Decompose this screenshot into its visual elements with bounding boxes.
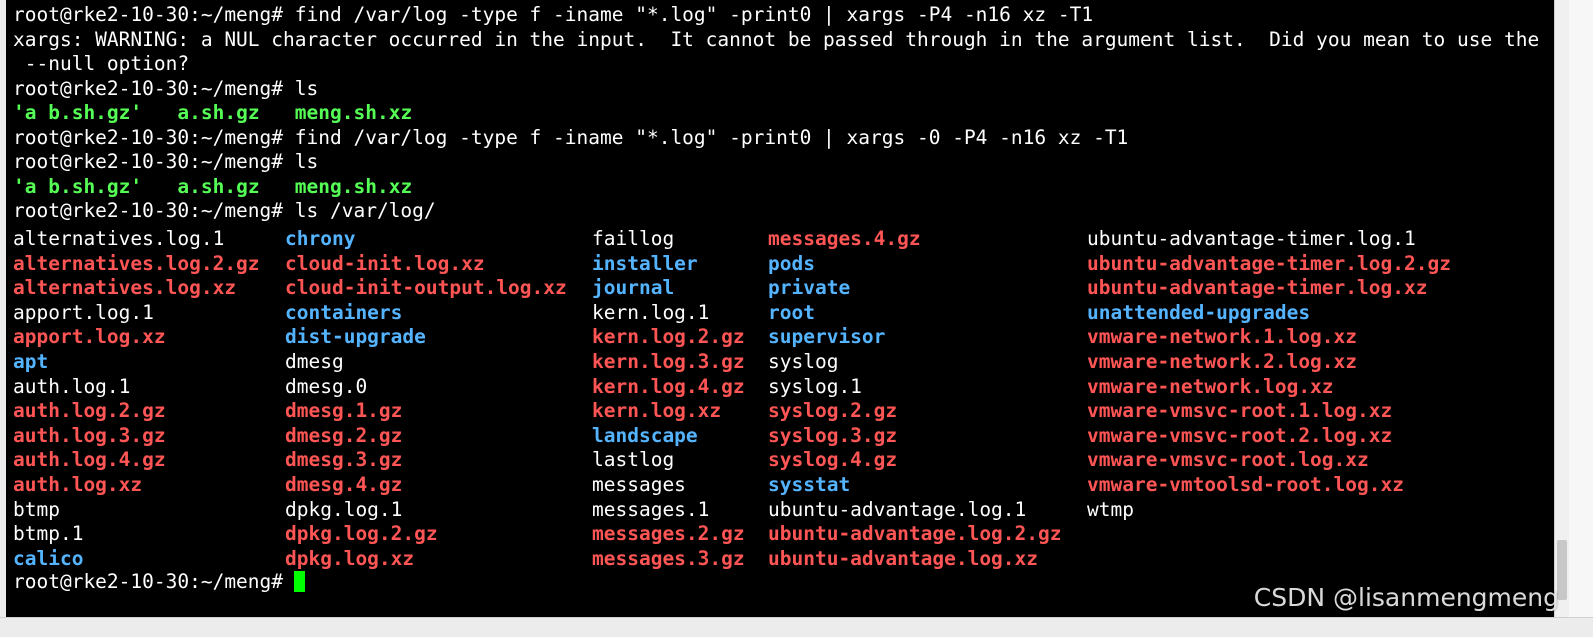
file-entry: cloud-init.log.xz [285,251,485,275]
ls-column: ubuntu-advantage-timer.log.1 ubuntu-advan… [1087,227,1451,522]
directory-entry: calico [13,546,84,570]
file-entry: apport.log.1 [13,300,154,324]
file-entry: btmp [13,497,60,521]
file-entry: kern.log.1 [592,300,710,324]
file-entry: ubuntu-advantage-timer.log.1 [1087,227,1416,250]
directory-entry: supervisor [768,325,886,349]
file-entry: faillog [592,227,675,250]
directory-entry: installer [592,251,698,275]
vertical-scrollbar[interactable] [1554,0,1569,617]
file-entry: meng.sh.xz [294,101,413,124]
file-entry: auth.log.xz [13,472,143,496]
file-entry: dmesg [285,349,344,373]
file-entry: alternatives.log.xz [13,276,237,300]
status-bar [0,617,1593,637]
prompt-text: root@rke2-10-30:~/meng# [13,570,284,593]
file-entry: kern.log.3.gz [592,349,745,373]
directory-entry: journal [592,276,675,300]
terminal-line: root@rke2-10-30:~/meng# ls [13,150,319,173]
watermark-text: CSDN @lisanmengmeng [1253,583,1559,612]
file-entry: alternatives.log.2.gz [13,251,260,275]
file-entry: syslog.3.gz [768,423,898,447]
file-entry: messages.3.gz [592,546,745,570]
terminal-line: root@rke2-10-30:~/meng# ls /var/log/ [13,199,436,222]
file-entry: cloud-init-output.log.xz [285,276,567,300]
file-entry: kern.log.2.gz [592,325,745,349]
file-entry: syslog.1 [768,374,862,398]
file-entry: meng.sh.xz [294,174,413,198]
file-entry: syslog [768,349,839,373]
file-entry: auth.log.3.gz [13,423,166,447]
file-entry: vmware-vmsvc-root.1.log.xz [1087,399,1393,423]
file-entry: a.sh.gz [177,174,260,198]
file-entry: ubuntu-advantage.log.xz [768,546,1039,570]
terminal-line: 'a b.sh.gz' a.sh.gz meng.sh.xz [13,101,1539,126]
directory-entry: pods [768,251,815,275]
file-entry: messages [592,472,686,496]
file-entry: vmware-vmtoolsd-root.log.xz [1087,472,1404,496]
file-entry: vmware-network.1.log.xz [1087,325,1358,349]
file-entry: dmesg.3.gz [285,448,403,472]
directory-entry: dist-upgrade [285,325,426,349]
terminal-line: --null option? [13,52,190,75]
terminal-line: root@rke2-10-30:~/meng# find /var/log -t… [13,3,1094,26]
file-entry: vmware-vmsvc-root.log.xz [1087,448,1369,472]
file-entry: a.sh.gz [177,101,260,124]
directory-entry: sysstat [768,472,851,496]
ls-column: alternatives.log.1 alternatives.log.2.gz a… [13,227,260,571]
file-entry: alternatives.log.1 [13,227,225,250]
file-entry: ubuntu-advantage-timer.log.xz [1087,276,1428,300]
file-entry: dpkg.log.1 [285,497,403,521]
terminal-output[interactable]: root@rke2-10-30:~/meng# find /var/log -t… [6,0,1554,617]
current-prompt: root@rke2-10-30:~/meng# [13,570,306,595]
file-entry: syslog.4.gz [768,448,898,472]
text-cursor [294,571,306,592]
directory-entry: unattended-upgrades [1087,300,1311,324]
file-entry: auth.log.1 [13,374,131,398]
terminal-line: root@rke2-10-30:~/meng# find /var/log -t… [13,125,1129,149]
file-entry: vmware-network.log.xz [1087,374,1334,398]
file-entry: kern.log.xz [592,399,722,423]
file-entry: wtmp [1087,497,1134,521]
directory-entry: apt [13,349,49,373]
file-entry: apport.log.xz [13,325,166,349]
file-entry: lastlog [592,448,675,472]
file-entry: messages.2.gz [592,522,745,546]
file-entry: btmp.1 [13,522,84,546]
file-entry: vmware-vmsvc-root.2.log.xz [1087,423,1393,447]
terminal-line: 'a b.sh.gz' a.sh.gz meng.sh.xz [13,175,1539,200]
ls-column: chrony cloud-init.log.xz cloud-init-output… [285,227,567,571]
file-entry: dmesg.0 [285,374,368,398]
file-entry: ubuntu-advantage-timer.log.2.gz [1087,251,1451,275]
file-entry: 'a b.sh.gz' [13,174,143,198]
terminal-line: root@rke2-10-30:~/meng# ls [13,76,319,100]
file-entry: vmware-network.2.log.xz [1087,349,1358,373]
terminal-lines: root@rke2-10-30:~/meng# find /var/log -t… [13,3,1539,224]
file-entry: 'a b.sh.gz' [13,101,143,124]
file-entry: auth.log.2.gz [13,399,166,423]
file-entry: dmesg.1.gz [285,399,403,423]
file-entry: dpkg.log.2.gz [285,522,438,546]
directory-entry: private [768,276,851,300]
directory-entry: containers [285,300,403,324]
file-entry: dmesg.4.gz [285,472,403,496]
file-entry: messages.1 [592,497,710,521]
file-entry: dmesg.2.gz [285,423,403,447]
terminal-window: root@rke2-10-30:~/meng# find /var/log -t… [0,0,1593,637]
file-entry: dpkg.log.xz [285,546,415,570]
terminal-line: xargs: WARNING: a NUL character occurred… [13,27,1540,51]
file-entry: auth.log.4.gz [13,448,166,472]
file-entry: syslog.2.gz [768,399,898,423]
directory-entry: root [768,300,815,324]
file-entry: messages.4.gz [768,227,921,250]
directory-entry: landscape [592,423,698,447]
ls-column: messages.4.gz pods private root supervisor sy… [768,227,1062,571]
directory-entry: chrony [285,227,356,250]
ls-column: faillog installer journal kern.log.1 kern.lo… [592,227,745,571]
window-edge [1569,0,1593,637]
file-entry: ubuntu-advantage.log.1 [768,497,1027,521]
file-entry: ubuntu-advantage.log.2.gz [768,522,1062,546]
file-entry: kern.log.4.gz [592,374,745,398]
